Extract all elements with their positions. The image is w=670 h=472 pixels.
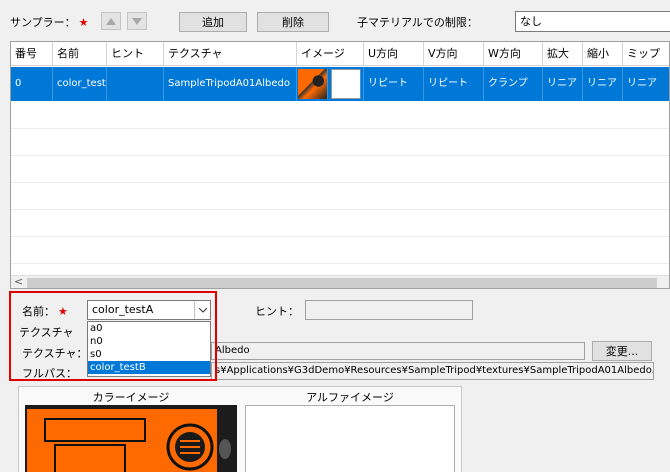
dropdown-option-selected[interactable]: color_testB [88, 361, 210, 374]
alpha-image-title: アルファイメージ [306, 391, 394, 404]
cell-w: クランプ [484, 67, 543, 101]
chevron-down-icon [198, 307, 207, 313]
col-header-texture[interactable]: テクスチャ [164, 42, 297, 65]
cell-mag: リニア [543, 67, 583, 101]
child-limit-select[interactable]: なし [515, 11, 670, 32]
cell-hint [107, 67, 164, 101]
dropdown-option[interactable]: n0 [88, 335, 210, 348]
dropdown-option[interactable]: a0 [88, 322, 210, 335]
scrollbar-thumb[interactable] [27, 278, 657, 288]
preview-panel: カラーイメージ アルファイメージ [18, 386, 462, 472]
name-label: 名前： ★ [22, 305, 68, 318]
texture-section-label: テクスチャ [19, 326, 74, 339]
row-divider [11, 182, 669, 183]
cell-name: color_test [53, 67, 107, 101]
col-header-mip[interactable]: ミップ [623, 42, 669, 65]
fullpath-label: フルパス： [22, 367, 77, 380]
col-header-name[interactable]: 名前 [53, 42, 107, 65]
hint-field[interactable] [305, 300, 473, 320]
cell-v: リピート [424, 67, 484, 101]
col-header-index[interactable]: 番号 [11, 42, 53, 65]
sampler-label: サンプラー： ★ [10, 16, 89, 29]
name-combobox[interactable]: color_testA [87, 300, 211, 320]
cell-index: 0 [11, 67, 53, 101]
name-dropdown-list[interactable]: a0 n0 s0 color_testB [87, 321, 211, 377]
move-down-button[interactable] [127, 12, 147, 30]
dropdown-option[interactable]: s0 [88, 348, 210, 361]
cell-image [297, 67, 364, 101]
row-divider [11, 128, 669, 129]
arrow-up-icon [106, 17, 116, 25]
add-button[interactable]: 追加 [179, 12, 247, 32]
scroll-left-icon[interactable]: < [14, 275, 23, 288]
required-mark: ★ [78, 16, 89, 29]
required-mark: ★ [58, 305, 68, 318]
col-header-image[interactable]: イメージ [297, 42, 364, 65]
cell-texture: SampleTripodA01Albedo [164, 67, 297, 101]
combo-dropdown-button[interactable] [194, 301, 210, 319]
col-header-min[interactable]: 縮小 [583, 42, 623, 65]
color-image-title: カラーイメージ [92, 391, 170, 404]
col-header-v[interactable]: V方向 [424, 42, 484, 65]
fullpath-field: s¥Applications¥G3dDemo¥Resources¥SampleT… [211, 362, 654, 380]
col-header-u[interactable]: U方向 [364, 42, 424, 65]
row-divider [11, 236, 669, 237]
alpha-image-preview [245, 405, 455, 472]
col-header-hint[interactable]: ヒント [107, 42, 164, 65]
texture-field: Albedo [211, 342, 585, 360]
row-divider [11, 209, 669, 210]
delete-button[interactable]: 削除 [257, 12, 329, 32]
col-header-w[interactable]: W方向 [484, 42, 543, 65]
col-header-mag[interactable]: 拡大 [543, 42, 583, 65]
table-row[interactable]: 0 color_test SampleTripodA01Albedo リピート … [11, 67, 669, 101]
horizontal-scrollbar[interactable]: < [11, 275, 669, 288]
table-header: 番号 名前 ヒント テクスチャ イメージ U方向 V方向 W方向 拡大 縮小 ミ… [11, 42, 669, 66]
sampler-toolbar: サンプラー： ★ 追加 削除 子マテリアルでの制限： なし [0, 0, 670, 40]
texture-label: テクスチャ： [22, 347, 88, 360]
change-texture-button[interactable]: 変更... [592, 341, 652, 361]
move-up-button[interactable] [101, 12, 121, 30]
color-image-preview [25, 405, 237, 472]
cell-mip: リニア [623, 67, 669, 101]
cell-u: リピート [364, 67, 424, 101]
alpha-thumbnail [331, 69, 361, 99]
arrow-down-icon [132, 17, 142, 25]
hint-label: ヒント： [255, 305, 299, 318]
row-divider [11, 263, 669, 264]
texture-preview-graphic [25, 405, 237, 472]
color-thumbnail [298, 69, 328, 99]
cell-min: リニア [583, 67, 623, 101]
child-limit-label: 子マテリアルでの制限： [357, 16, 478, 29]
row-divider [11, 155, 669, 156]
sampler-table: 番号 名前 ヒント テクスチャ イメージ U方向 V方向 W方向 拡大 縮小 ミ… [10, 41, 670, 289]
